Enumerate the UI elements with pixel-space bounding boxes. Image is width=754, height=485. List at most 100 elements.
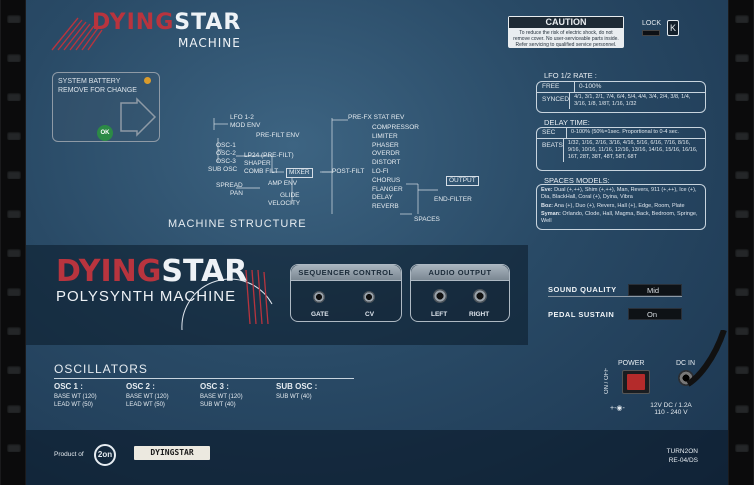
lfo-row1-val: 0-100%	[579, 83, 602, 90]
struct-pan: PAN	[230, 190, 243, 197]
oscillators-columns: OSC 1 : BASE WT (120) LEAD WT (50) OSC 2 : B…	[54, 381, 384, 411]
oscillator-wavetable: SUB WT (40)	[276, 394, 312, 400]
struct-end-filter: END-FILTER	[434, 196, 472, 203]
caution-text: To reduce the risk of electric shock, do…	[513, 30, 619, 48]
caution-title: CAUTION	[509, 17, 623, 28]
oscillator-header: OSC 2 :	[126, 382, 155, 391]
oscillator-wavetable: LEAD WT (50)	[54, 402, 93, 408]
rack-hole	[7, 209, 21, 218]
struct-fx-item: DISTORT	[372, 159, 401, 167]
machine-structure-diagram: LFO 1-2 MOD ENV PRE-FILT ENV OSC-1 OSC-2…	[176, 110, 479, 230]
struct-sub-osc: SUB OSC	[208, 166, 238, 173]
oscillator-column: OSC 2 : BASE WT (120) LEAD WT (50)	[126, 381, 169, 409]
left-label: LEFT	[431, 311, 448, 318]
rack-hole	[735, 404, 749, 413]
power-spec: 12V DC / 1.2A 110 - 240 V	[650, 402, 692, 416]
right-output-jack[interactable]	[473, 289, 487, 303]
spaces-row-eve: Eve: Dual (+,++), Shim (+,++), Man, Reve…	[541, 187, 697, 200]
oscillator-header: OSC 1 :	[54, 382, 83, 391]
power-label: POWER	[618, 360, 645, 367]
struct-fx-item: FLANGER	[372, 185, 403, 193]
struct-fx-item: OVERDR	[372, 150, 400, 158]
rack-hole	[7, 131, 21, 140]
struct-comb-filt: COMB FILT	[244, 168, 279, 175]
rack-hole	[7, 14, 21, 23]
delay-row2-key: BEATS	[537, 139, 564, 162]
spaces-row-syman: Syman: Orlando, Clode, Hall, Magma, Back…	[541, 211, 698, 224]
oscillator-wavetable: BASE WT (120)	[54, 394, 97, 400]
name-plate: DYINGSTAR	[134, 446, 210, 460]
rack-hole	[735, 131, 749, 140]
lock-key-icon[interactable]: K	[667, 20, 679, 36]
struct-output: OUTPUT	[446, 176, 479, 186]
left-rack-rail	[0, 0, 26, 485]
delay-row1-val: 0-100% (50%=1sec. Proportional to 0-4 se…	[571, 129, 680, 135]
rack-hole	[735, 326, 749, 335]
struct-mixer: MIXER	[286, 168, 313, 178]
rack-hole	[735, 53, 749, 62]
oscillators-title: OSCILLATORS	[54, 362, 148, 376]
struct-pre-filt-env: PRE-FILT ENV	[256, 132, 300, 139]
cv-label: CV	[365, 311, 375, 318]
struct-lp24: LP24 (PRE-FILT)	[244, 152, 294, 159]
sound-quality-label: SOUND QUALITY	[548, 285, 617, 294]
lfo-rate-table: FREE 0-100% SYNCED 4/1, 3/1, 2/1, 7/4, 6/4…	[536, 81, 706, 113]
delay-row1-key: SEC	[537, 128, 567, 138]
battery-arrow-icon	[120, 97, 157, 137]
pedal-sustain-select[interactable]: On	[628, 308, 682, 320]
cv-jack[interactable]	[363, 291, 375, 303]
rack-hole	[7, 365, 21, 374]
rack-hole	[7, 326, 21, 335]
oscillator-wavetable: LEAD WT (50)	[126, 402, 165, 408]
model-label: RE-04/DS	[668, 457, 698, 464]
struct-shaper: SHAPER	[244, 160, 271, 167]
sound-quality-select[interactable]: Mid	[628, 284, 682, 296]
left-output-jack[interactable]	[433, 289, 447, 303]
right-rack-rail	[728, 0, 754, 485]
polarity-icon: +-◉-	[610, 405, 625, 412]
polysynth-sub: POLYSYNTH MACHINE	[56, 288, 237, 305]
lock-label: LOCK	[642, 20, 662, 27]
rack-hole	[7, 287, 21, 296]
rack-hole	[7, 170, 21, 179]
oscillator-header: OSC 3 :	[200, 382, 229, 391]
rack-hole	[735, 287, 749, 296]
struct-fx-item: LO-FI	[372, 167, 389, 175]
struct-fx-item: LIMITER	[372, 132, 398, 140]
power-cable	[686, 330, 727, 387]
lfo-row1-key: FREE	[537, 82, 575, 92]
struct-fx-item: REVERB	[372, 203, 399, 211]
rack-hole	[735, 209, 749, 218]
footer-band	[26, 430, 728, 485]
gate-label: GATE	[311, 311, 329, 318]
sequencer-control-group: SEQUENCER CONTROL GATE CV	[290, 264, 402, 322]
gate-jack[interactable]	[313, 291, 325, 303]
rack-hole	[7, 92, 21, 101]
struct-amp-env: AMP ENV	[268, 180, 298, 187]
struct-lfo: LFO 1-2	[230, 114, 254, 121]
battery-line1: SYSTEM BATTERY	[58, 78, 121, 85]
pedal-sustain-label: PEDAL SUSTAIN	[548, 310, 615, 319]
device-panel: DYINGSTAR MACHINE CAUTION To reduce the …	[26, 0, 728, 485]
struct-spread: SPREAD	[216, 182, 243, 189]
battery-compartment: SYSTEM BATTERY REMOVE FOR CHANGE OK	[52, 72, 160, 142]
rack-hole	[735, 365, 749, 374]
rack-hole	[735, 92, 749, 101]
lock-slot[interactable]	[642, 30, 660, 36]
struct-osc3: OSC-3	[216, 158, 236, 165]
struct-post-filt: POST-FILT	[332, 168, 365, 175]
delay-time-table: SEC 0-100% (50%=1sec. Proportional to 0-4…	[536, 127, 706, 171]
struct-velocity: VELOCITY	[268, 200, 301, 207]
rack-hole	[735, 443, 749, 452]
caution-label: CAUTION To reduce the risk of electric s…	[508, 16, 624, 48]
lfo-row2-key: SYNCED	[537, 93, 571, 109]
oscillator-wavetable: SUB WT (40)	[200, 402, 236, 408]
audio-output-group: AUDIO OUTPUT LEFT RIGHT	[410, 264, 510, 322]
battery-led-icon	[144, 77, 151, 84]
lfo-row2-val: 4/1, 3/1, 2/1, 7/4, 6/4, 5/4, 4/4, 3/4, …	[574, 94, 691, 107]
struct-fx-item: CHORUS	[372, 176, 401, 184]
struct-spaces: SPACES	[414, 216, 440, 223]
header-logo-sub: MACHINE	[178, 36, 241, 50]
lfo-rate-title: LFO 1/2 RATE :	[544, 71, 597, 80]
power-switch[interactable]	[622, 370, 650, 394]
